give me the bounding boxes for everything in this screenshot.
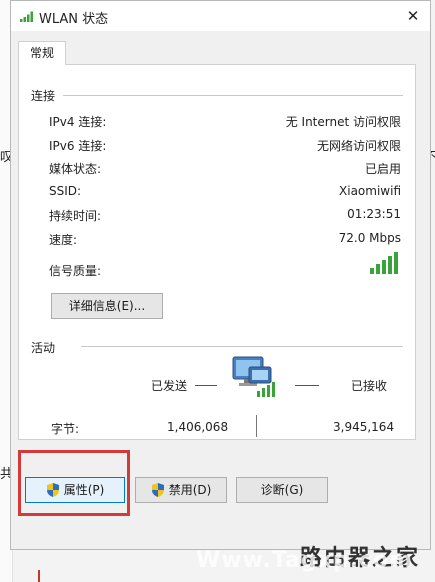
window-title: WLAN 状态 [39,12,109,27]
network-computers-icon [232,356,275,397]
tab-general[interactable]: 常规 [18,41,66,65]
sent-dash [195,385,217,386]
background-red-marker [38,570,40,582]
bytes-sent-value: 1,406,068 [167,420,229,434]
ipv6-value: 无网络访问权限 [316,139,401,153]
uac-shield-icon [46,483,59,497]
duration-label: 持续时间: [49,209,102,223]
general-panel: 连接 IPv4 连接: 无 Internet 访问权限 IPv6 连接: 无网络… [18,64,416,440]
wlan-status-dialog: WLAN 状态 ✕ 常规 连接 IPv4 连接: 无 Internet 访问权限… [10,0,431,550]
activity-divider [81,346,403,347]
properties-button-label: 属性(P) [63,483,105,497]
diagnose-button[interactable]: 诊断(G) [236,477,328,503]
ssid-label: SSID: [49,184,82,198]
received-label: 已接收 [351,379,388,393]
ipv4-value: 无 Internet 访问权限 [285,115,401,129]
received-dash [295,385,319,386]
signal-quality-label: 信号质量: [49,264,102,278]
connection-section-label: 连接 [31,89,56,103]
wifi-signal-icon [20,11,33,22]
titlebar: WLAN 状态 ✕ [11,1,430,31]
diagnose-button-label: 诊断(G) [260,483,304,497]
sent-label: 已发送 [151,379,188,393]
disable-button-label: 禁用(D) [168,483,212,497]
media-state-value: 已启用 [364,162,401,176]
signal-strength-icon [370,252,398,274]
ipv4-label: IPv4 连接: [49,115,107,129]
duration-value: 01:23:51 [347,207,401,221]
tab-strip: 常规 [18,41,420,65]
speed-label: 速度: [49,233,78,247]
details-button[interactable]: 详细信息(E)... [51,293,163,319]
uac-shield-icon [151,483,164,497]
properties-button[interactable]: 属性(P) [25,477,125,503]
close-button[interactable]: ✕ [396,1,430,31]
disable-button[interactable]: 禁用(D) [135,477,227,503]
media-state-label: 媒体状态: [49,162,102,176]
bytes-label: 字节: [51,422,80,436]
watermark-url: Www.Tagxp.com [196,548,414,573]
speed-value: 72.0 Mbps [338,231,401,245]
bytes-divider [256,415,257,437]
bytes-received-value: 3,945,164 [333,420,395,434]
activity-section-label: 活动 [31,341,56,355]
connection-divider [63,95,403,96]
ipv6-label: IPv6 连接: [49,139,107,153]
ssid-value: Xiaomiwifi [339,184,401,198]
